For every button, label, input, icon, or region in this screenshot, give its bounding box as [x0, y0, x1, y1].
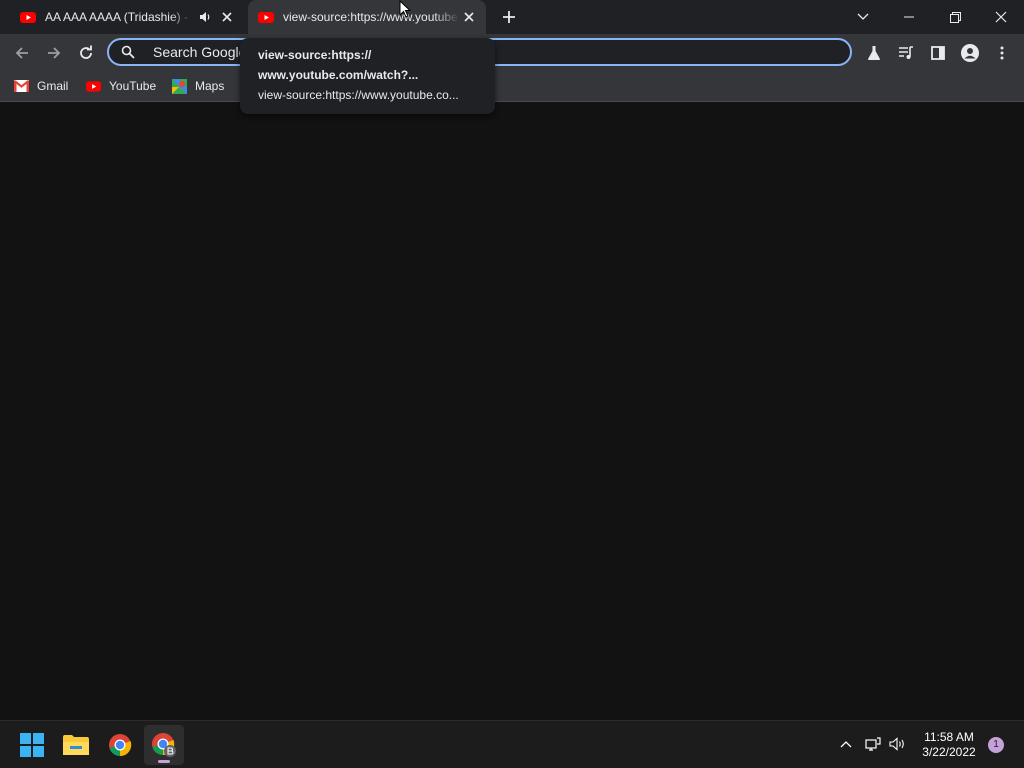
- tab-search-button[interactable]: [840, 0, 886, 34]
- bookmark-label: Gmail: [37, 79, 69, 93]
- bookmark-label: Maps: [195, 79, 225, 93]
- profile-button[interactable]: [957, 40, 983, 66]
- active-app-indicator: [158, 760, 170, 763]
- bookmark-maps[interactable]: Maps: [172, 77, 224, 95]
- minimize-icon: [904, 16, 914, 18]
- chrome-profile-taskbar-button[interactable]: [144, 725, 184, 765]
- volume-icon: [889, 737, 904, 751]
- youtube-icon: [258, 11, 274, 23]
- avatar-icon: [961, 44, 979, 62]
- tab-title: AA AAA AAAA (Tridashie) - Bo: [45, 10, 192, 24]
- hover-card-title-line2: www.youtube.com/watch?...: [258, 68, 419, 82]
- youtube-icon: [86, 80, 101, 92]
- tab-close-button[interactable]: [460, 8, 478, 26]
- chrome-icon: [109, 734, 132, 757]
- minimize-button[interactable]: [886, 0, 932, 34]
- close-window-button[interactable]: [978, 0, 1024, 34]
- queue-music-icon: [899, 46, 913, 59]
- speaker-icon[interactable]: [198, 10, 212, 24]
- clock-time: 11:58 AM: [924, 730, 974, 744]
- chevron-down-icon: [857, 13, 869, 20]
- side-panel-icon: [931, 46, 945, 60]
- close-icon: [222, 12, 232, 22]
- close-icon: [464, 12, 474, 22]
- more-vertical-icon: [1000, 46, 1004, 60]
- labs-button[interactable]: [861, 40, 887, 66]
- page-content: [0, 102, 1024, 720]
- system-clock[interactable]: 11:58 AM 3/22/2022: [916, 730, 982, 760]
- file-explorer-button[interactable]: [56, 725, 96, 765]
- network-icon: [865, 737, 881, 751]
- arrow-right-icon: [48, 47, 61, 59]
- bookmark-youtube[interactable]: YouTube: [86, 77, 156, 95]
- search-icon: [121, 45, 135, 59]
- arrow-left-icon: [15, 47, 28, 59]
- close-icon: [995, 11, 1007, 23]
- hover-card-url: view-source:https://www.youtube.co...: [258, 88, 459, 102]
- back-button[interactable]: [9, 40, 35, 66]
- media-controls-button[interactable]: [893, 40, 919, 66]
- notification-badge[interactable]: 1: [988, 737, 1004, 753]
- chrome-taskbar-button[interactable]: [100, 725, 140, 765]
- side-panel-button[interactable]: [925, 40, 951, 66]
- show-hidden-icons-button[interactable]: [836, 733, 856, 755]
- restore-icon: [949, 11, 961, 23]
- bookmarks-bar: Gmail YouTube Maps: [0, 71, 1024, 102]
- forward-button[interactable]: [41, 40, 67, 66]
- youtube-icon: [20, 11, 36, 23]
- tab-title: view-source:https://www.youtube.com/watc…: [283, 10, 460, 24]
- bookmark-label: YouTube: [109, 79, 157, 93]
- tab-youtube-tridashie[interactable]: AA AAA AAAA (Tridashie) - Bo: [8, 0, 244, 34]
- new-tab-button[interactable]: [499, 7, 519, 27]
- chevron-up-icon: [840, 741, 852, 748]
- mouse-cursor-icon: [399, 0, 411, 18]
- reload-button[interactable]: [73, 40, 99, 66]
- tab-view-source[interactable]: view-source:https://www.youtube.com/watc…: [248, 0, 486, 34]
- tab-close-button[interactable]: [218, 8, 236, 26]
- reload-icon: [80, 45, 92, 59]
- gmail-icon: [14, 80, 29, 92]
- maps-icon: [172, 78, 187, 94]
- bookmark-gmail[interactable]: Gmail: [14, 77, 68, 95]
- chrome-profile-icon: [152, 733, 176, 757]
- browser-toolbar: [0, 34, 1024, 71]
- start-button[interactable]: [12, 725, 52, 765]
- windows-taskbar: 11:58 AM 3/22/2022 1: [0, 720, 1024, 768]
- flask-icon: [868, 46, 880, 60]
- file-explorer-icon: [63, 735, 89, 755]
- network-button[interactable]: [863, 733, 883, 755]
- clock-date: 3/22/2022: [922, 745, 976, 759]
- menu-button[interactable]: [989, 40, 1015, 66]
- tab-hover-card: view-source:https:// www.youtube.com/wat…: [240, 38, 495, 114]
- tab-strip: AA AAA AAAA (Tridashie) - Bo view-source…: [0, 0, 1024, 34]
- plus-icon: [503, 11, 515, 23]
- hover-card-title-line1: view-source:https://: [258, 48, 372, 62]
- volume-button[interactable]: [888, 733, 908, 755]
- windows-start-icon: [20, 733, 44, 757]
- restore-button[interactable]: [932, 0, 978, 34]
